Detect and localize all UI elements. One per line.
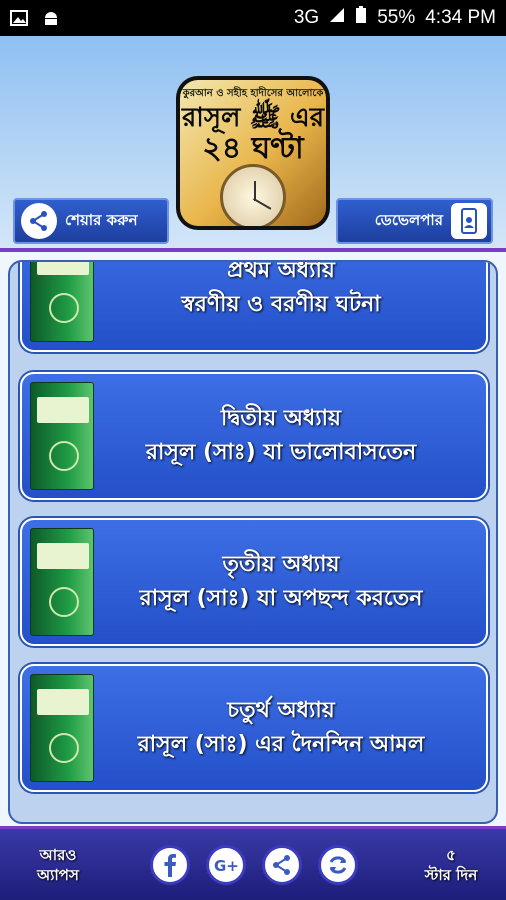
- battery-icon: [355, 6, 367, 30]
- cover-title-line1: রাসূল ﷺ এর: [181, 103, 324, 133]
- book-cover-icon: [30, 262, 94, 342]
- more-apps-button[interactable]: আরও অ্যাপস: [0, 845, 116, 885]
- chapter-list[interactable]: প্রথম অধ্যায় স্বরণীয় ও বরণীয় ঘটনা দ্ব…: [8, 260, 498, 824]
- developer-label: ডেভেলপার: [374, 210, 443, 229]
- share-button[interactable]: শেয়ার করুন: [13, 198, 169, 244]
- chapter-title: প্রথম অধ্যায়: [227, 260, 335, 283]
- chapter-card-4[interactable]: চতুর্থ অধ্যায় রাসূল (সাঃ) এর দৈনন্দিন আ…: [20, 664, 488, 792]
- rate-button[interactable]: ৫ স্টার দিন: [396, 845, 506, 885]
- more-apps-line1: আরও: [39, 845, 77, 864]
- cover-title-line2: ২৪ ঘণ্টা: [202, 131, 304, 166]
- share-label: শেয়ার করুন: [65, 210, 138, 229]
- chapter-title: দ্বিতীয় অধ্যায়: [221, 406, 341, 431]
- gallery-icon: [10, 10, 28, 26]
- developer-button[interactable]: ডেভেলপার: [336, 198, 493, 244]
- header: কুরআন ও সহীহ হাদীসের আলোকে রাসূল ﷺ এর ২৪…: [0, 36, 506, 250]
- google-plus-icon[interactable]: G+: [206, 844, 246, 885]
- android-icon: [42, 10, 60, 26]
- chapter-card-2[interactable]: দ্বিতীয় অধ্যায় রাসূল (সাঃ) যা ভালোবাসত…: [20, 372, 488, 500]
- chapter-list-area[interactable]: প্রথম অধ্যায় স্বরণীয় ও বরণীয় ঘটনা দ্ব…: [0, 252, 506, 826]
- app-cover-image: কুরআন ও সহীহ হাদীসের আলোকে রাসূল ﷺ এর ২৪…: [176, 76, 330, 230]
- clock-icon: [220, 164, 286, 226]
- svg-text:G+: G+: [214, 857, 239, 875]
- clock-time: 4:34 PM: [425, 7, 496, 28]
- share-icon: [21, 203, 57, 239]
- facebook-icon[interactable]: [150, 844, 190, 885]
- more-apps-line2: অ্যাপস: [37, 865, 79, 884]
- cover-subtitle: কুরআন ও সহীহ হাদীসের আলোকে: [182, 88, 324, 99]
- bottom-bar: আরও অ্যাপস G+ ৫ স্টার দিন: [0, 826, 506, 900]
- share-icon[interactable]: [262, 844, 302, 885]
- book-cover-icon: [30, 528, 94, 636]
- signal-icon: [329, 7, 345, 29]
- rate-line2: স্টার দিন: [424, 865, 478, 884]
- book-cover-icon: [30, 674, 94, 782]
- chapter-subtitle: রাসূল (সাঃ) যা ভালোবাসতেন: [145, 440, 417, 465]
- chapter-card-1[interactable]: প্রথম অধ্যায় স্বরণীয় ও বরণীয় ঘটনা: [20, 260, 488, 352]
- chapter-title: তৃতীয় অধ্যায়: [222, 552, 340, 577]
- chapter-subtitle: স্বরণীয় ও বরণীয় ঘটনা: [181, 292, 381, 317]
- battery-percent: 55%: [377, 7, 416, 28]
- developer-icon: [451, 203, 487, 239]
- refresh-icon[interactable]: [318, 844, 358, 885]
- book-cover-icon: [30, 382, 94, 490]
- chapter-subtitle: রাসূল (সাঃ) যা অপছন্দ করতেন: [139, 586, 423, 611]
- chapter-subtitle: রাসূল (সাঃ) এর দৈনন্দিন আমল: [137, 732, 425, 757]
- chapter-title: চতুর্থ অধ্যায়: [227, 698, 335, 723]
- rate-line1: ৫: [446, 845, 456, 864]
- status-bar: 3G 55% 4:34 PM: [0, 0, 506, 36]
- network-label: 3G: [293, 7, 320, 28]
- chapter-card-3[interactable]: তৃতীয় অধ্যায় রাসূল (সাঃ) যা অপছন্দ করত…: [20, 518, 488, 646]
